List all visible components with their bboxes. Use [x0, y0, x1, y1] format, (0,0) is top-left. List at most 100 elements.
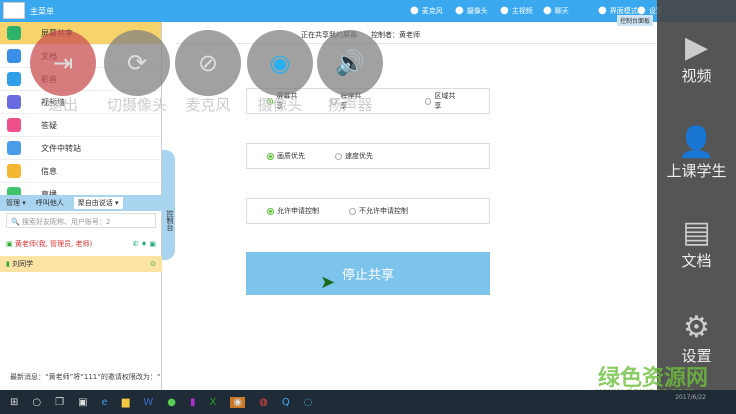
- overlay-label: 切摄像头: [106, 96, 167, 114]
- side-panel-label: 上课学生: [666, 162, 727, 180]
- call-button[interactable]: 呼叫他人: [36, 198, 64, 208]
- menu-item[interactable]: 文件中转站: [0, 137, 161, 160]
- side-panel-settings[interactable]: ⚙ 设置: [657, 310, 736, 366]
- toolbar-label: 摄像头: [466, 6, 488, 15]
- menu-icon: [7, 72, 21, 86]
- radio-label: 不允许申请控制: [359, 207, 408, 215]
- exit-icon: ⇥: [52, 49, 74, 77]
- start-icon[interactable]: ⊞: [10, 397, 18, 408]
- chat-toolbar-button[interactable]: ● 聊天: [543, 5, 569, 16]
- speaker-icon: 🔊: [335, 49, 365, 77]
- side-panel: ▶ 视频 👤 上课学生 ▤ 文档 ⚙ 设置: [657, 0, 736, 390]
- menu-label: 答疑: [41, 120, 57, 130]
- chrome-icon[interactable]: ◍: [259, 397, 268, 408]
- menu-icon: [7, 49, 21, 63]
- switch-camera-icon: ⟳: [126, 49, 148, 77]
- mic-off-icon: ⊘: [197, 49, 219, 77]
- radio-option[interactable]: 不允许申请控制: [349, 206, 408, 216]
- stop-share-button[interactable]: 停止共享: [246, 252, 490, 295]
- mic-icon: ●: [410, 5, 419, 16]
- store-icon[interactable]: ▣: [78, 397, 87, 408]
- menu-icon: [7, 164, 21, 178]
- menu-label: 信息: [41, 166, 57, 176]
- menu-icon: [7, 141, 21, 155]
- radio-button[interactable]: [267, 207, 274, 215]
- radio-button[interactable]: [335, 152, 342, 160]
- video-icon: ●: [500, 5, 509, 16]
- edge-icon[interactable]: e: [102, 397, 108, 408]
- menu-icon: [7, 95, 21, 109]
- camera-icon: ●: [455, 5, 464, 16]
- toolbar-label: 主视频: [511, 6, 533, 15]
- radio-label: 允许申请控制: [277, 207, 319, 215]
- screen-icon: ●: [598, 5, 607, 16]
- manage-dropdown[interactable]: 管理 ▾: [6, 198, 26, 208]
- toolbar-label: 界面模式: [609, 6, 638, 15]
- members-toolbar: 管理 ▾ 呼叫他人 聚自由说话 ▾: [0, 195, 162, 211]
- status-message: 最新消息：“黄老师”将“111”的邀请权限改为：“: [10, 373, 161, 381]
- students-icon: 👤: [677, 125, 716, 160]
- chat-icon: ●: [543, 5, 552, 16]
- explorer-icon[interactable]: ▆: [122, 397, 130, 408]
- taskbar: ⊞ ○ ❐ ▣ e ▆ W ● ▮ X ◉ ◍ Q ◌: [0, 390, 736, 414]
- settings-icon: ⚙: [683, 310, 710, 345]
- taskbar-date: 2017/6/22: [675, 394, 706, 401]
- webcam-button[interactable]: ◉: [247, 30, 313, 96]
- member-search-input[interactable]: 🔍 搜索好友昵称、用户账号：2: [6, 213, 156, 228]
- side-panel-video[interactable]: ▶ 视频: [657, 30, 736, 86]
- mic-toolbar-button[interactable]: ● 麦克风: [410, 5, 443, 16]
- rp-icon[interactable]: ▮: [190, 397, 196, 408]
- control-panel-tab[interactable]: 控制台: [162, 150, 175, 260]
- radio-button[interactable]: [425, 97, 432, 105]
- overlay-label: 麦克风: [185, 96, 231, 114]
- camera-toolbar-button[interactable]: ● 摄像头: [455, 5, 488, 16]
- option-group: 画质优先 速度优先: [246, 143, 490, 169]
- wechat-icon[interactable]: ●: [167, 397, 176, 408]
- word-icon[interactable]: W: [143, 397, 153, 408]
- talk-mode-dropdown[interactable]: 聚自由说话 ▾: [73, 197, 123, 209]
- side-panel-students[interactable]: 👤 上课学生: [657, 125, 736, 181]
- menu-item[interactable]: 答疑: [0, 114, 161, 137]
- side-panel-label: 视频: [681, 67, 712, 85]
- menu-item[interactable]: 信息: [0, 160, 161, 183]
- share-header: 正在共享我的屏幕 控制者：黄老师: [176, 22, 656, 44]
- app-icon[interactable]: ◉: [230, 396, 246, 408]
- mic-off-button[interactable]: ⊘: [175, 30, 241, 96]
- radio-button[interactable]: [267, 152, 274, 160]
- side-panel-document[interactable]: ▤ 文档: [657, 215, 736, 271]
- radio-button[interactable]: [349, 207, 356, 215]
- member-row[interactable]: ▣ 黄老师(我, 管理员, 老师) ✆ ♦ ▣: [0, 236, 162, 252]
- overlay-label: 摄像头: [257, 96, 303, 114]
- radio-option[interactable]: 允许申请控制: [267, 206, 319, 216]
- menu-icon: [7, 26, 21, 40]
- radio-label: 区域共享: [434, 92, 456, 110]
- cursor-icon: ➤: [320, 272, 336, 293]
- task-view-icon[interactable]: ❐: [55, 397, 64, 408]
- side-panel-label: 文档: [681, 252, 712, 270]
- speaker-button[interactable]: 🔊: [317, 30, 383, 96]
- search-icon[interactable]: ○: [32, 397, 41, 408]
- radio-option[interactable]: 画质优先: [267, 151, 305, 161]
- qq-icon[interactable]: Q: [282, 397, 290, 408]
- excel-icon[interactable]: X: [210, 397, 217, 408]
- browser-icon[interactable]: ◌: [304, 397, 313, 408]
- video-toolbar-button[interactable]: ● 主视频: [500, 5, 533, 16]
- controller-label: 控制者：黄老师: [371, 31, 420, 39]
- option-group: 允许申请控制 不允许申请控制: [246, 198, 490, 224]
- webcam-icon: ◉: [269, 49, 291, 77]
- document-icon: ▤: [682, 215, 711, 250]
- video-icon: ▶: [684, 30, 709, 65]
- radio-option[interactable]: 速度优先: [335, 151, 373, 161]
- overlay-label: 退出: [47, 96, 78, 114]
- radio-label: 速度优先: [345, 152, 373, 160]
- radio-label: 画质优先: [277, 152, 305, 160]
- member-row[interactable]: ▮ 刘同学 ⊙: [0, 256, 162, 272]
- switch-camera-button[interactable]: ⟳: [104, 30, 170, 96]
- toolbar-label: 麦克风: [421, 6, 443, 15]
- exit-button[interactable]: ⇥: [30, 30, 96, 96]
- radio-option[interactable]: 区域共享: [425, 91, 459, 111]
- menu-icon: [7, 118, 21, 132]
- app-title: 主菜单: [30, 7, 54, 16]
- search-placeholder: 搜索好友昵称、用户账号：2: [21, 218, 111, 226]
- member-name: 刘同学: [12, 260, 34, 268]
